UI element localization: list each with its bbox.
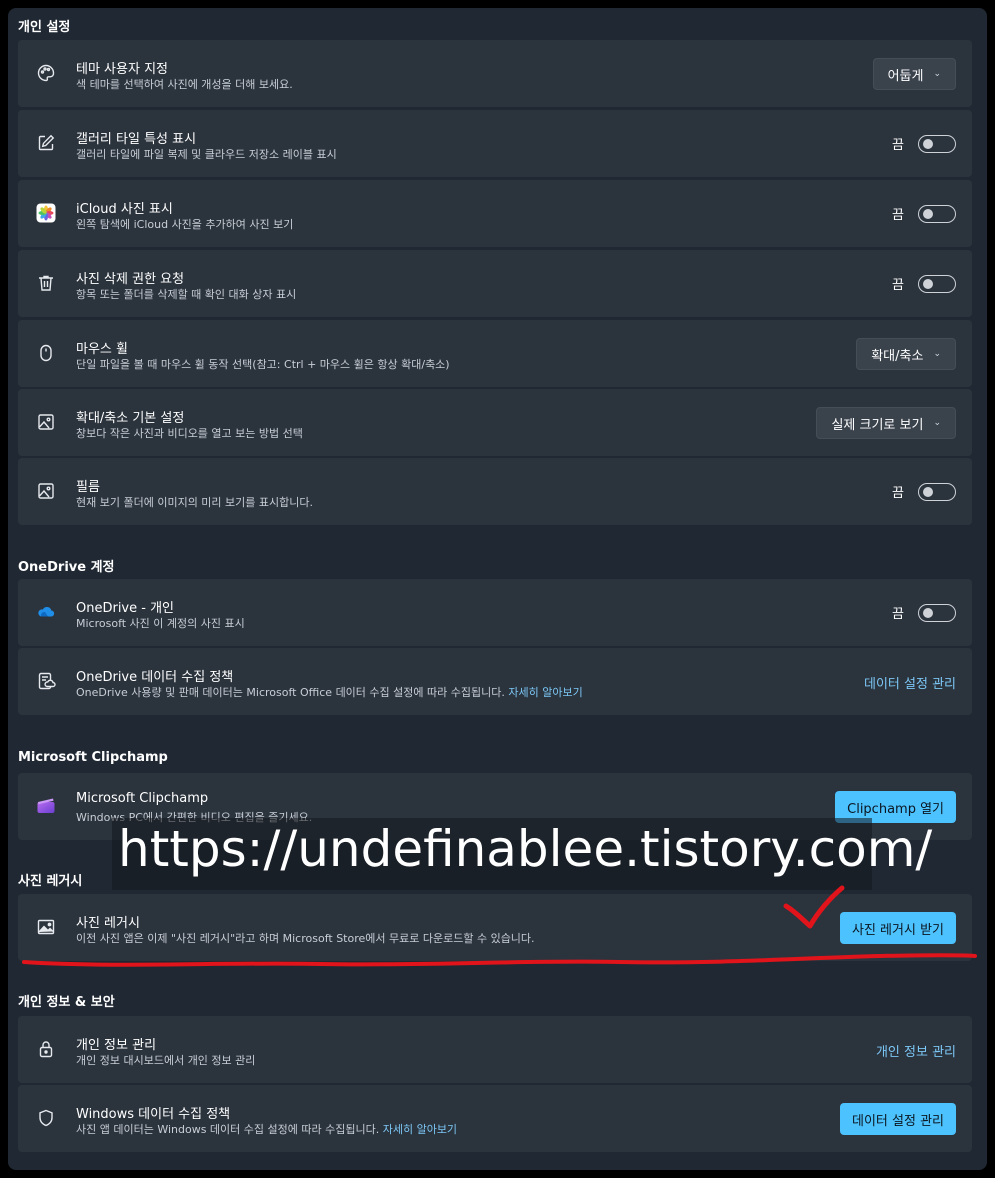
section-title-privacy: 개인 정보 & 보안 bbox=[18, 995, 115, 1010]
data-collection-icon bbox=[36, 671, 56, 691]
shield-icon bbox=[36, 1108, 56, 1128]
toggle-switch[interactable] bbox=[918, 134, 956, 153]
get-photos-legacy-button[interactable]: 사진 레거시 받기 bbox=[840, 912, 956, 944]
edit-icon bbox=[36, 133, 56, 153]
image-icon bbox=[36, 412, 56, 432]
setting-desc: 이전 사진 앱은 이제 "사진 레거시"라고 하며 Microsoft Stor… bbox=[76, 932, 535, 945]
setting-title: Microsoft Clipchamp bbox=[76, 791, 209, 806]
manage-privacy-link[interactable]: 개인 정보 관리 bbox=[876, 1041, 956, 1060]
toggle-knob bbox=[923, 138, 933, 149]
setting-title: 확대/축소 기본 설정 bbox=[76, 411, 185, 426]
setting-title: 갤러리 타일 특성 표시 bbox=[76, 132, 197, 147]
section-title-personal: 개인 설정 bbox=[18, 20, 71, 35]
dropdown-value: 확대/축소 bbox=[871, 348, 924, 364]
manage-data-settings-button[interactable]: 데이터 설정 관리 bbox=[840, 1103, 956, 1135]
setting-theme: 테마 사용자 지정 색 테마를 선택하여 사진에 개성을 더해 보세요. 어둡게… bbox=[18, 40, 972, 107]
lock-icon bbox=[36, 1039, 56, 1059]
zoom-default-dropdown[interactable]: 실제 크기로 보기 ⌄ bbox=[816, 407, 956, 439]
setting-title: 마우스 휠 bbox=[76, 342, 128, 357]
toggle-switch[interactable] bbox=[918, 204, 956, 223]
setting-icloud: iCloud 사진 표시 왼쪽 탐색에 iCloud 사진을 추가하여 사진 보… bbox=[18, 180, 972, 247]
setting-delete-confirm: 사진 삭제 권한 요청 항목 또는 폴더를 삭제할 때 확인 대화 상자 표시 … bbox=[18, 250, 972, 317]
setting-title: OneDrive - 개인 bbox=[76, 601, 175, 616]
setting-photos-legacy: 사진 레거시 이전 사진 앱은 이제 "사진 레거시"라고 하며 Microso… bbox=[18, 894, 972, 961]
watermark-text: https://undefinablee.tistory.com/ bbox=[118, 820, 933, 878]
setting-title: 사진 삭제 권한 요청 bbox=[76, 272, 185, 287]
setting-desc: 단일 파일을 볼 때 마우스 휠 동작 선택(참고: Ctrl + 마우스 휠은… bbox=[76, 358, 450, 371]
setting-title: iCloud 사진 표시 bbox=[76, 202, 173, 217]
chevron-down-icon: ⌄ bbox=[933, 69, 941, 79]
toggle-switch[interactable] bbox=[918, 603, 956, 622]
toggle-switch[interactable] bbox=[918, 482, 956, 501]
onedrive-cloud-icon bbox=[36, 602, 56, 622]
mouse-wheel-dropdown[interactable]: 확대/축소 ⌄ bbox=[856, 338, 956, 370]
icloud-photos-icon bbox=[36, 203, 56, 223]
toggle-state-label: 끔 bbox=[892, 208, 904, 223]
settings-panel: 개인 설정 테마 사용자 지정 색 테마를 선택하여 사진에 개성을 더해 보세… bbox=[8, 8, 987, 1170]
toggle-switch[interactable] bbox=[918, 274, 956, 293]
toggle-knob bbox=[923, 607, 933, 618]
toggle-knob bbox=[923, 486, 933, 497]
learn-more-link[interactable]: 자세히 알아보기 bbox=[508, 686, 582, 699]
section-title-clipchamp: Microsoft Clipchamp bbox=[18, 750, 168, 765]
setting-onedrive-data-policy: OneDrive 데이터 수집 정책 OneDrive 사용량 및 판매 데이터… bbox=[18, 648, 972, 715]
filmstrip-toggle[interactable]: 끔 bbox=[892, 482, 956, 501]
learn-more-link[interactable]: 자세히 알아보기 bbox=[383, 1123, 457, 1136]
setting-desc: 창보다 작은 사진과 비디오를 열고 보는 방법 선택 bbox=[76, 427, 303, 440]
gallery-tile-toggle[interactable]: 끔 bbox=[892, 134, 956, 153]
mouse-icon bbox=[36, 343, 56, 363]
theme-dropdown[interactable]: 어둡게 ⌄ bbox=[872, 58, 956, 90]
setting-desc: 현재 보기 폴더에 이미지의 미리 보기를 표시합니다. bbox=[76, 496, 313, 509]
setting-desc: 갤러리 타일에 파일 복제 및 클라우드 저장소 레이블 표시 bbox=[76, 148, 337, 161]
image-icon bbox=[36, 481, 56, 501]
setting-desc: 개인 정보 대시보드에서 개인 정보 관리 bbox=[76, 1054, 256, 1067]
icloud-toggle[interactable]: 끔 bbox=[892, 204, 956, 223]
desc-text: 사진 앱 데이터는 Windows 데이터 수집 설정에 따라 수집됩니다. bbox=[76, 1123, 380, 1136]
onedrive-toggle[interactable]: 끔 bbox=[892, 603, 956, 622]
manage-data-settings-link[interactable]: 데이터 설정 관리 bbox=[864, 673, 956, 692]
toggle-state-label: 끔 bbox=[892, 138, 904, 153]
setting-title: 필름 bbox=[76, 480, 100, 495]
section-title-legacy: 사진 레거시 bbox=[18, 874, 83, 889]
setting-title: 사진 레거시 bbox=[76, 916, 140, 931]
photos-legacy-icon bbox=[36, 917, 56, 937]
setting-windows-data-policy: Windows 데이터 수집 정책 사진 앱 데이터는 Windows 데이터 … bbox=[18, 1085, 972, 1152]
chevron-down-icon: ⌄ bbox=[933, 349, 941, 359]
setting-title: OneDrive 데이터 수집 정책 bbox=[76, 670, 234, 685]
setting-desc: 색 테마를 선택하여 사진에 개성을 더해 보세요. bbox=[76, 78, 293, 91]
setting-desc: 왼쪽 탐색에 iCloud 사진을 추가하여 사진 보기 bbox=[76, 218, 294, 231]
setting-title: Windows 데이터 수집 정책 bbox=[76, 1107, 231, 1122]
toggle-knob bbox=[923, 208, 933, 219]
toggle-state-label: 끔 bbox=[892, 486, 904, 501]
chevron-down-icon: ⌄ bbox=[933, 418, 941, 428]
palette-icon bbox=[36, 63, 56, 83]
setting-onedrive-personal: OneDrive - 개인 Microsoft 사진 이 계정의 사진 표시 끔 bbox=[18, 579, 972, 646]
setting-desc: Microsoft 사진 이 계정의 사진 표시 bbox=[76, 617, 245, 630]
trash-icon bbox=[36, 273, 56, 293]
setting-desc: 항목 또는 폴더를 삭제할 때 확인 대화 상자 표시 bbox=[76, 288, 297, 301]
setting-title: 개인 정보 관리 bbox=[76, 1038, 157, 1053]
setting-gallery-tile: 갤러리 타일 특성 표시 갤러리 타일에 파일 복제 및 클라우드 저장소 레이… bbox=[18, 110, 972, 177]
setting-filmstrip: 필름 현재 보기 폴더에 이미지의 미리 보기를 표시합니다. 끔 bbox=[18, 458, 972, 525]
clipchamp-icon bbox=[36, 796, 56, 816]
setting-desc: OneDrive 사용량 및 판매 데이터는 Microsoft Office … bbox=[76, 684, 583, 700]
section-title-onedrive: OneDrive 계정 bbox=[18, 560, 115, 575]
dropdown-value: 실제 크기로 보기 bbox=[831, 417, 924, 433]
setting-title: 테마 사용자 지정 bbox=[76, 62, 168, 77]
toggle-state-label: 끔 bbox=[892, 607, 904, 622]
toggle-knob bbox=[923, 278, 933, 289]
setting-mouse-wheel: 마우스 휠 단일 파일을 볼 때 마우스 휠 동작 선택(참고: Ctrl + … bbox=[18, 320, 972, 387]
setting-privacy-manage: 개인 정보 관리 개인 정보 대시보드에서 개인 정보 관리 개인 정보 관리 bbox=[18, 1016, 972, 1083]
setting-zoom-default: 확대/축소 기본 설정 창보다 작은 사진과 비디오를 열고 보는 방법 선택 … bbox=[18, 389, 972, 456]
delete-confirm-toggle[interactable]: 끔 bbox=[892, 274, 956, 293]
dropdown-value: 어둡게 bbox=[887, 68, 924, 84]
desc-text: OneDrive 사용량 및 판매 데이터는 Microsoft Office … bbox=[76, 686, 505, 699]
setting-desc: 사진 앱 데이터는 Windows 데이터 수집 설정에 따라 수집됩니다. 자… bbox=[76, 1121, 457, 1137]
toggle-state-label: 끔 bbox=[892, 278, 904, 293]
